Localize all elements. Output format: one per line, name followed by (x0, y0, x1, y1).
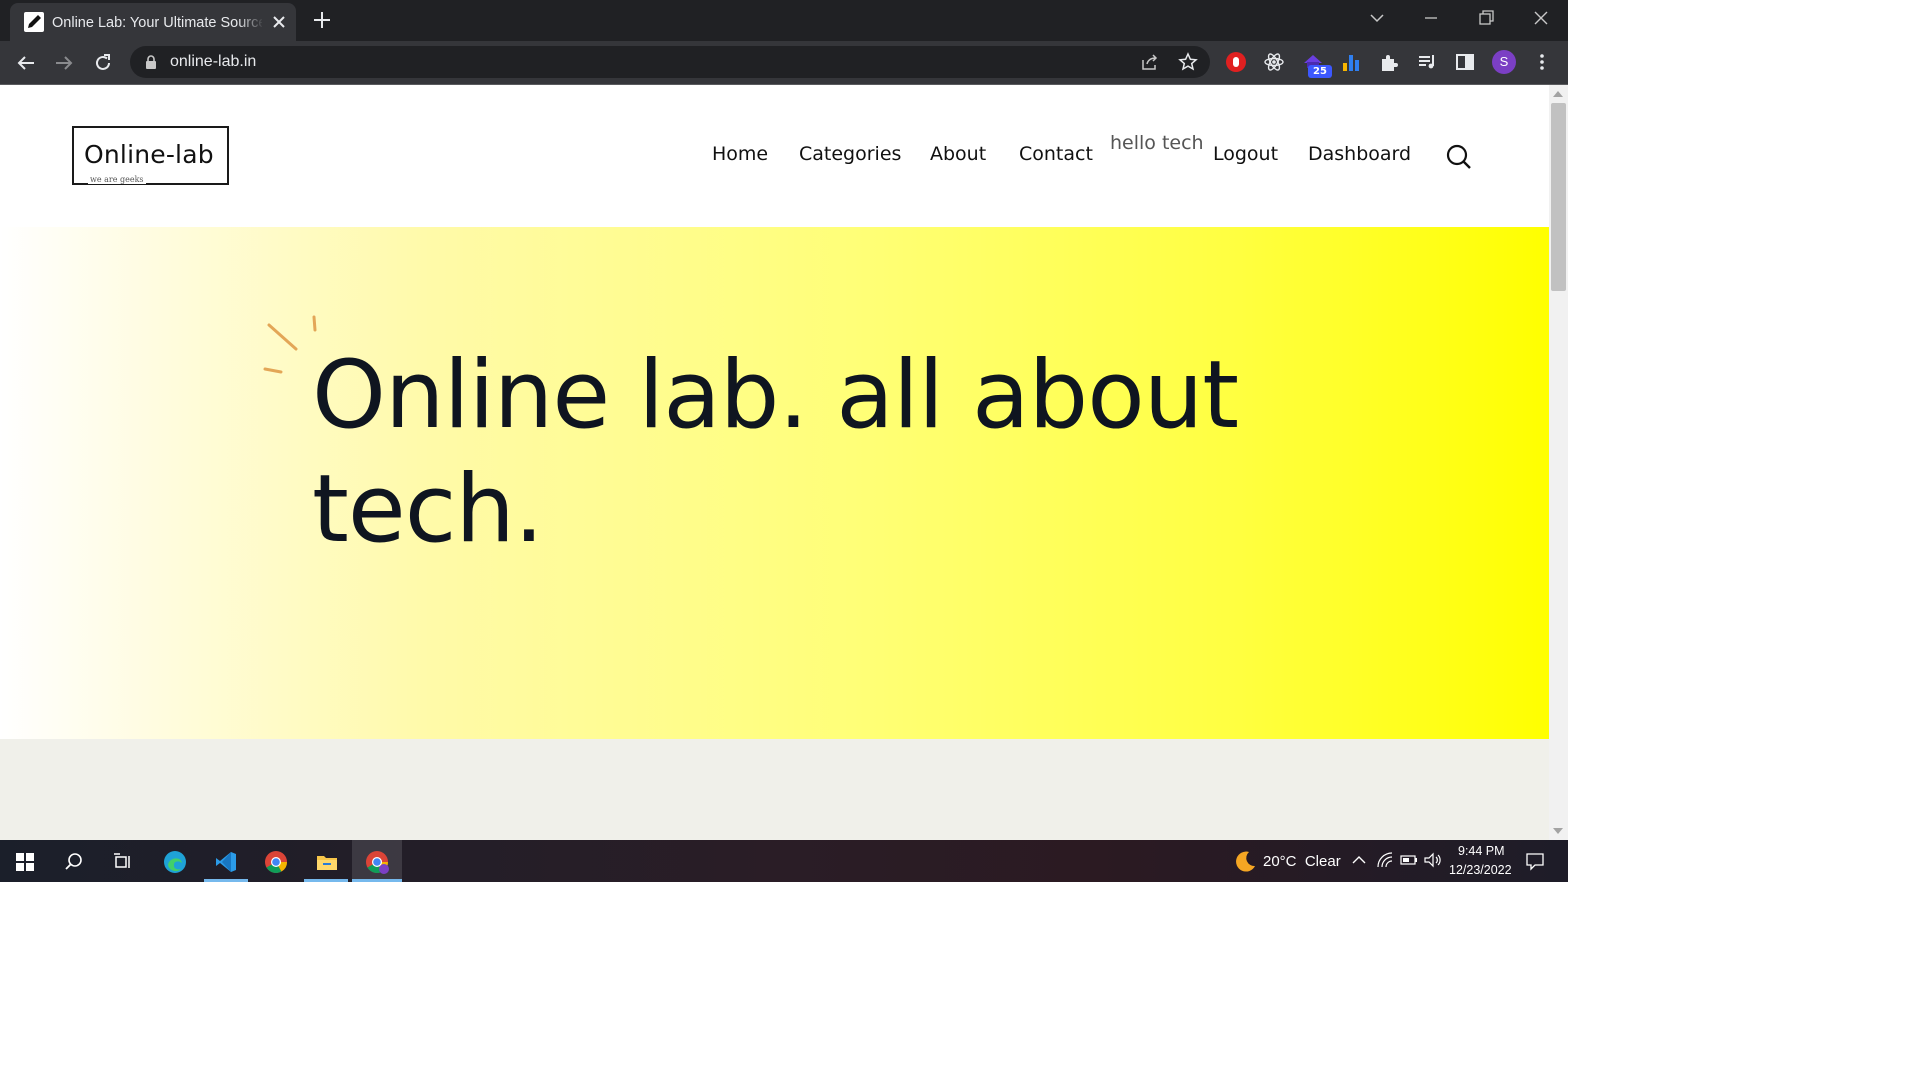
windows-taskbar: 20°C Clear 9:44 PM 12/23/2022 (0, 840, 1568, 882)
chrome-menu-kebab-icon[interactable] (1531, 51, 1553, 73)
page-scrollbar[interactable] (1549, 85, 1568, 840)
analytics-bars-extension-icon[interactable] (1340, 51, 1362, 73)
nav-logout[interactable]: Logout (1213, 143, 1278, 165)
tab-close-icon[interactable] (268, 11, 290, 33)
edge-browser-icon[interactable] (162, 849, 188, 875)
file-explorer-folder-icon[interactable] (314, 849, 340, 875)
back-arrow-icon[interactable] (14, 51, 38, 75)
side-panel-icon[interactable] (1454, 51, 1476, 73)
nav-dashboard[interactable]: Dashboard (1308, 143, 1411, 165)
reload-icon[interactable] (91, 51, 115, 75)
nav-contact[interactable]: Contact (1019, 143, 1093, 165)
address-bar[interactable]: online-lab.in (130, 46, 1210, 78)
scroll-up-arrow-icon[interactable] (1553, 91, 1563, 97)
browser-toolbar: online-lab.in (0, 41, 1568, 84)
volume-speaker-icon[interactable] (1422, 849, 1448, 875)
hero-title: Online lab. all about tech. (312, 341, 1239, 564)
site-header: Online-lab we are geeks Home Categories … (0, 85, 1549, 227)
tab-search-chevron-icon[interactable] (1362, 6, 1392, 32)
scroll-down-arrow-icon[interactable] (1553, 828, 1563, 834)
bookmark-star-icon[interactable] (1178, 52, 1198, 72)
weather-moon-icon[interactable] (1232, 849, 1258, 875)
minimize-icon[interactable] (1416, 6, 1446, 32)
extensions-puzzle-icon[interactable] (1378, 51, 1400, 73)
task-view-icon[interactable] (110, 849, 136, 875)
search-icon[interactable] (1445, 143, 1473, 171)
scroll-thumb[interactable] (1551, 103, 1566, 291)
weather-text[interactable]: 20°C Clear (1263, 853, 1341, 870)
pencil-favicon-icon (24, 12, 44, 32)
nav-about[interactable]: About (930, 143, 986, 165)
network-wifi-icon[interactable] (1374, 849, 1400, 875)
windows-start-icon[interactable] (12, 849, 38, 875)
url-text: online-lab.in (170, 53, 257, 70)
chrome-profile-icon[interactable] (364, 849, 390, 875)
adblock-extension-icon[interactable] (1225, 51, 1247, 73)
taskbar-search-icon[interactable] (61, 849, 87, 875)
browser-tab-strip: Online Lab: Your Ultimate Source (0, 0, 1568, 41)
media-queue-icon[interactable] (1416, 51, 1438, 73)
notifications-icon[interactable] (1523, 849, 1549, 875)
logo-text: Online-lab (84, 140, 214, 169)
nav-home[interactable]: Home (712, 143, 768, 165)
greeting-text: hello tech (1110, 132, 1204, 154)
site-logo[interactable]: Online-lab we are geeks (72, 126, 229, 185)
nav-categories[interactable]: Categories (799, 143, 901, 165)
share-icon[interactable] (1140, 52, 1160, 72)
close-window-icon[interactable] (1526, 6, 1556, 32)
tab-title: Online Lab: Your Ultimate Source (52, 15, 262, 31)
tray-chevron-up-icon[interactable] (1348, 849, 1374, 875)
lock-icon (144, 54, 158, 70)
explorer-running-indicator (304, 879, 348, 882)
extension-badge: 25 (1308, 65, 1332, 78)
clock-date[interactable]: 12/23/2022 (1449, 863, 1512, 877)
clock-time[interactable]: 9:44 PM (1458, 844, 1505, 858)
new-tab-plus-icon[interactable] (310, 8, 334, 32)
browser-tab[interactable]: Online Lab: Your Ultimate Source (10, 3, 296, 41)
page-viewport: Online-lab we are geeks Home Categories … (0, 85, 1549, 840)
tab-title-fade (238, 11, 264, 35)
vscode-icon[interactable] (213, 849, 239, 875)
vscode-running-indicator (204, 879, 248, 882)
next-section (0, 739, 1549, 840)
battery-icon[interactable] (1398, 849, 1424, 875)
chrome-icon[interactable] (263, 849, 289, 875)
hero-section: Online lab. all about tech. (0, 227, 1549, 739)
restore-icon[interactable] (1471, 6, 1501, 32)
chrome-active-indicator (352, 879, 402, 882)
profile-avatar[interactable]: S (1492, 50, 1516, 74)
logo-tagline: we are geeks (88, 175, 146, 184)
forward-arrow-icon[interactable] (52, 51, 76, 75)
react-devtools-extension-icon[interactable] (1263, 51, 1285, 73)
